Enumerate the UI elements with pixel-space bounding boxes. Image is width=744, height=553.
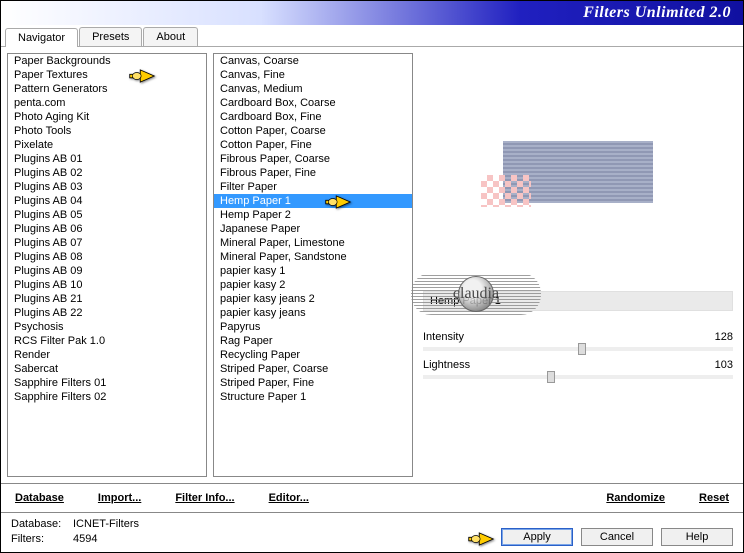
list-item[interactable]: Plugins AB 03 xyxy=(8,180,206,194)
filters-count-value: 4594 xyxy=(73,532,97,546)
list-item[interactable]: Paper Textures xyxy=(8,68,206,82)
editor-button[interactable]: Editor... xyxy=(265,490,313,506)
list-item[interactable]: Canvas, Coarse xyxy=(214,54,412,68)
selected-filter-name: Hemp Paper 1 xyxy=(423,291,733,311)
list-item[interactable]: Mineral Paper, Limestone xyxy=(214,236,412,250)
database-button[interactable]: Database xyxy=(11,490,68,506)
list-item[interactable]: Hemp Paper 1 xyxy=(214,194,412,208)
filter-list[interactable]: Canvas, CoarseCanvas, FineCanvas, Medium… xyxy=(213,53,413,477)
tab-row: NavigatorPresetsAbout xyxy=(1,25,743,47)
app-title: Filters Unlimited 2.0 xyxy=(583,4,731,22)
list-item[interactable]: Papyrus xyxy=(214,320,412,334)
list-item[interactable]: Canvas, Medium xyxy=(214,82,412,96)
list-item[interactable]: Photo Tools xyxy=(8,124,206,138)
list-item[interactable]: Pixelate xyxy=(8,138,206,152)
apply-button[interactable]: Apply xyxy=(501,528,573,546)
list-item[interactable]: Plugins AB 22 xyxy=(8,306,206,320)
list-item[interactable]: papier kasy 1 xyxy=(214,264,412,278)
list-item[interactable]: Plugins AB 05 xyxy=(8,208,206,222)
list-item[interactable]: papier kasy jeans 2 xyxy=(214,292,412,306)
cancel-button[interactable]: Cancel xyxy=(581,528,653,546)
slider-thumb[interactable] xyxy=(547,371,555,383)
filters-count-label: Filters: xyxy=(11,532,73,546)
slider-value: 128 xyxy=(715,331,733,343)
slider-label: Intensity xyxy=(423,331,464,343)
db-value: ICNET-Filters xyxy=(73,517,139,531)
footer: Database: ICNET-Filters Filters: 4594 Ap… xyxy=(1,512,743,552)
list-item[interactable]: Plugins AB 04 xyxy=(8,194,206,208)
list-item[interactable]: RCS Filter Pak 1.0 xyxy=(8,334,206,348)
list-item[interactable]: Cardboard Box, Fine xyxy=(214,110,412,124)
preview-swatch xyxy=(503,141,653,203)
list-item[interactable]: Mineral Paper, Sandstone xyxy=(214,250,412,264)
help-button[interactable]: Help xyxy=(661,528,733,546)
list-item[interactable]: Plugins AB 21 xyxy=(8,292,206,306)
list-item[interactable]: Plugins AB 01 xyxy=(8,152,206,166)
db-label: Database: xyxy=(11,517,73,531)
pointer-icon xyxy=(467,528,495,550)
list-item[interactable]: Filter Paper xyxy=(214,180,412,194)
list-item[interactable]: Render xyxy=(8,348,206,362)
list-item[interactable]: Cardboard Box, Coarse xyxy=(214,96,412,110)
list-item[interactable]: Canvas, Fine xyxy=(214,68,412,82)
list-item[interactable]: Plugins AB 02 xyxy=(8,166,206,180)
tab-about[interactable]: About xyxy=(143,27,198,46)
list-item[interactable]: papier kasy jeans xyxy=(214,306,412,320)
list-item[interactable]: Striped Paper, Fine xyxy=(214,376,412,390)
tab-navigator[interactable]: Navigator xyxy=(5,28,78,47)
bottom-toolbar: Database Import... Filter Info... Editor… xyxy=(1,483,743,512)
list-item[interactable]: Psychosis xyxy=(8,320,206,334)
randomize-button[interactable]: Randomize xyxy=(602,490,669,506)
list-item[interactable]: Photo Aging Kit xyxy=(8,110,206,124)
slider-value: 103 xyxy=(715,359,733,371)
list-item[interactable]: Structure Paper 1 xyxy=(214,390,412,404)
list-item[interactable]: Cotton Paper, Fine xyxy=(214,138,412,152)
category-list[interactable]: Paper BackgroundsPaper TexturesPattern G… xyxy=(7,53,207,477)
slider-thumb[interactable] xyxy=(578,343,586,355)
list-item[interactable]: Sapphire Filters 01 xyxy=(8,376,206,390)
reset-button[interactable]: Reset xyxy=(695,490,733,506)
slider-track[interactable] xyxy=(423,347,733,351)
list-item[interactable]: Fibrous Paper, Fine xyxy=(214,166,412,180)
list-item[interactable]: Rag Paper xyxy=(214,334,412,348)
preview-pane: Hemp Paper 1 Intensity 128 Lightness 103 xyxy=(419,53,737,477)
list-item[interactable]: Paper Backgrounds xyxy=(8,54,206,68)
preview-area xyxy=(423,57,733,287)
list-item[interactable]: Plugins AB 07 xyxy=(8,236,206,250)
footer-buttons: Apply Cancel Help xyxy=(501,528,733,546)
list-item[interactable]: Plugins AB 10 xyxy=(8,278,206,292)
list-item[interactable]: Hemp Paper 2 xyxy=(214,208,412,222)
parameter-sliders: Intensity 128 Lightness 103 xyxy=(423,329,733,385)
list-item[interactable]: Plugins AB 08 xyxy=(8,250,206,264)
database-info: Database: ICNET-Filters Filters: 4594 xyxy=(11,517,139,546)
titlebar: Filters Unlimited 2.0 xyxy=(1,1,743,25)
list-item[interactable]: Plugins AB 09 xyxy=(8,264,206,278)
slider-label: Lightness xyxy=(423,359,470,371)
list-item[interactable]: Cotton Paper, Coarse xyxy=(214,124,412,138)
list-item[interactable]: penta.com xyxy=(8,96,206,110)
list-item[interactable]: Fibrous Paper, Coarse xyxy=(214,152,412,166)
list-item[interactable]: Sabercat xyxy=(8,362,206,376)
list-item[interactable]: Sapphire Filters 02 xyxy=(8,390,206,404)
slider-track[interactable] xyxy=(423,375,733,379)
list-item[interactable]: Striped Paper, Coarse xyxy=(214,362,412,376)
list-item[interactable]: Plugins AB 06 xyxy=(8,222,206,236)
list-item[interactable]: Recycling Paper xyxy=(214,348,412,362)
import-button[interactable]: Import... xyxy=(94,490,145,506)
tab-presets[interactable]: Presets xyxy=(79,27,142,46)
list-item[interactable]: Japanese Paper xyxy=(214,222,412,236)
list-item[interactable]: papier kasy 2 xyxy=(214,278,412,292)
slider-row: Lightness 103 xyxy=(423,357,733,373)
list-item[interactable]: Pattern Generators xyxy=(8,82,206,96)
filter-info-button[interactable]: Filter Info... xyxy=(171,490,238,506)
